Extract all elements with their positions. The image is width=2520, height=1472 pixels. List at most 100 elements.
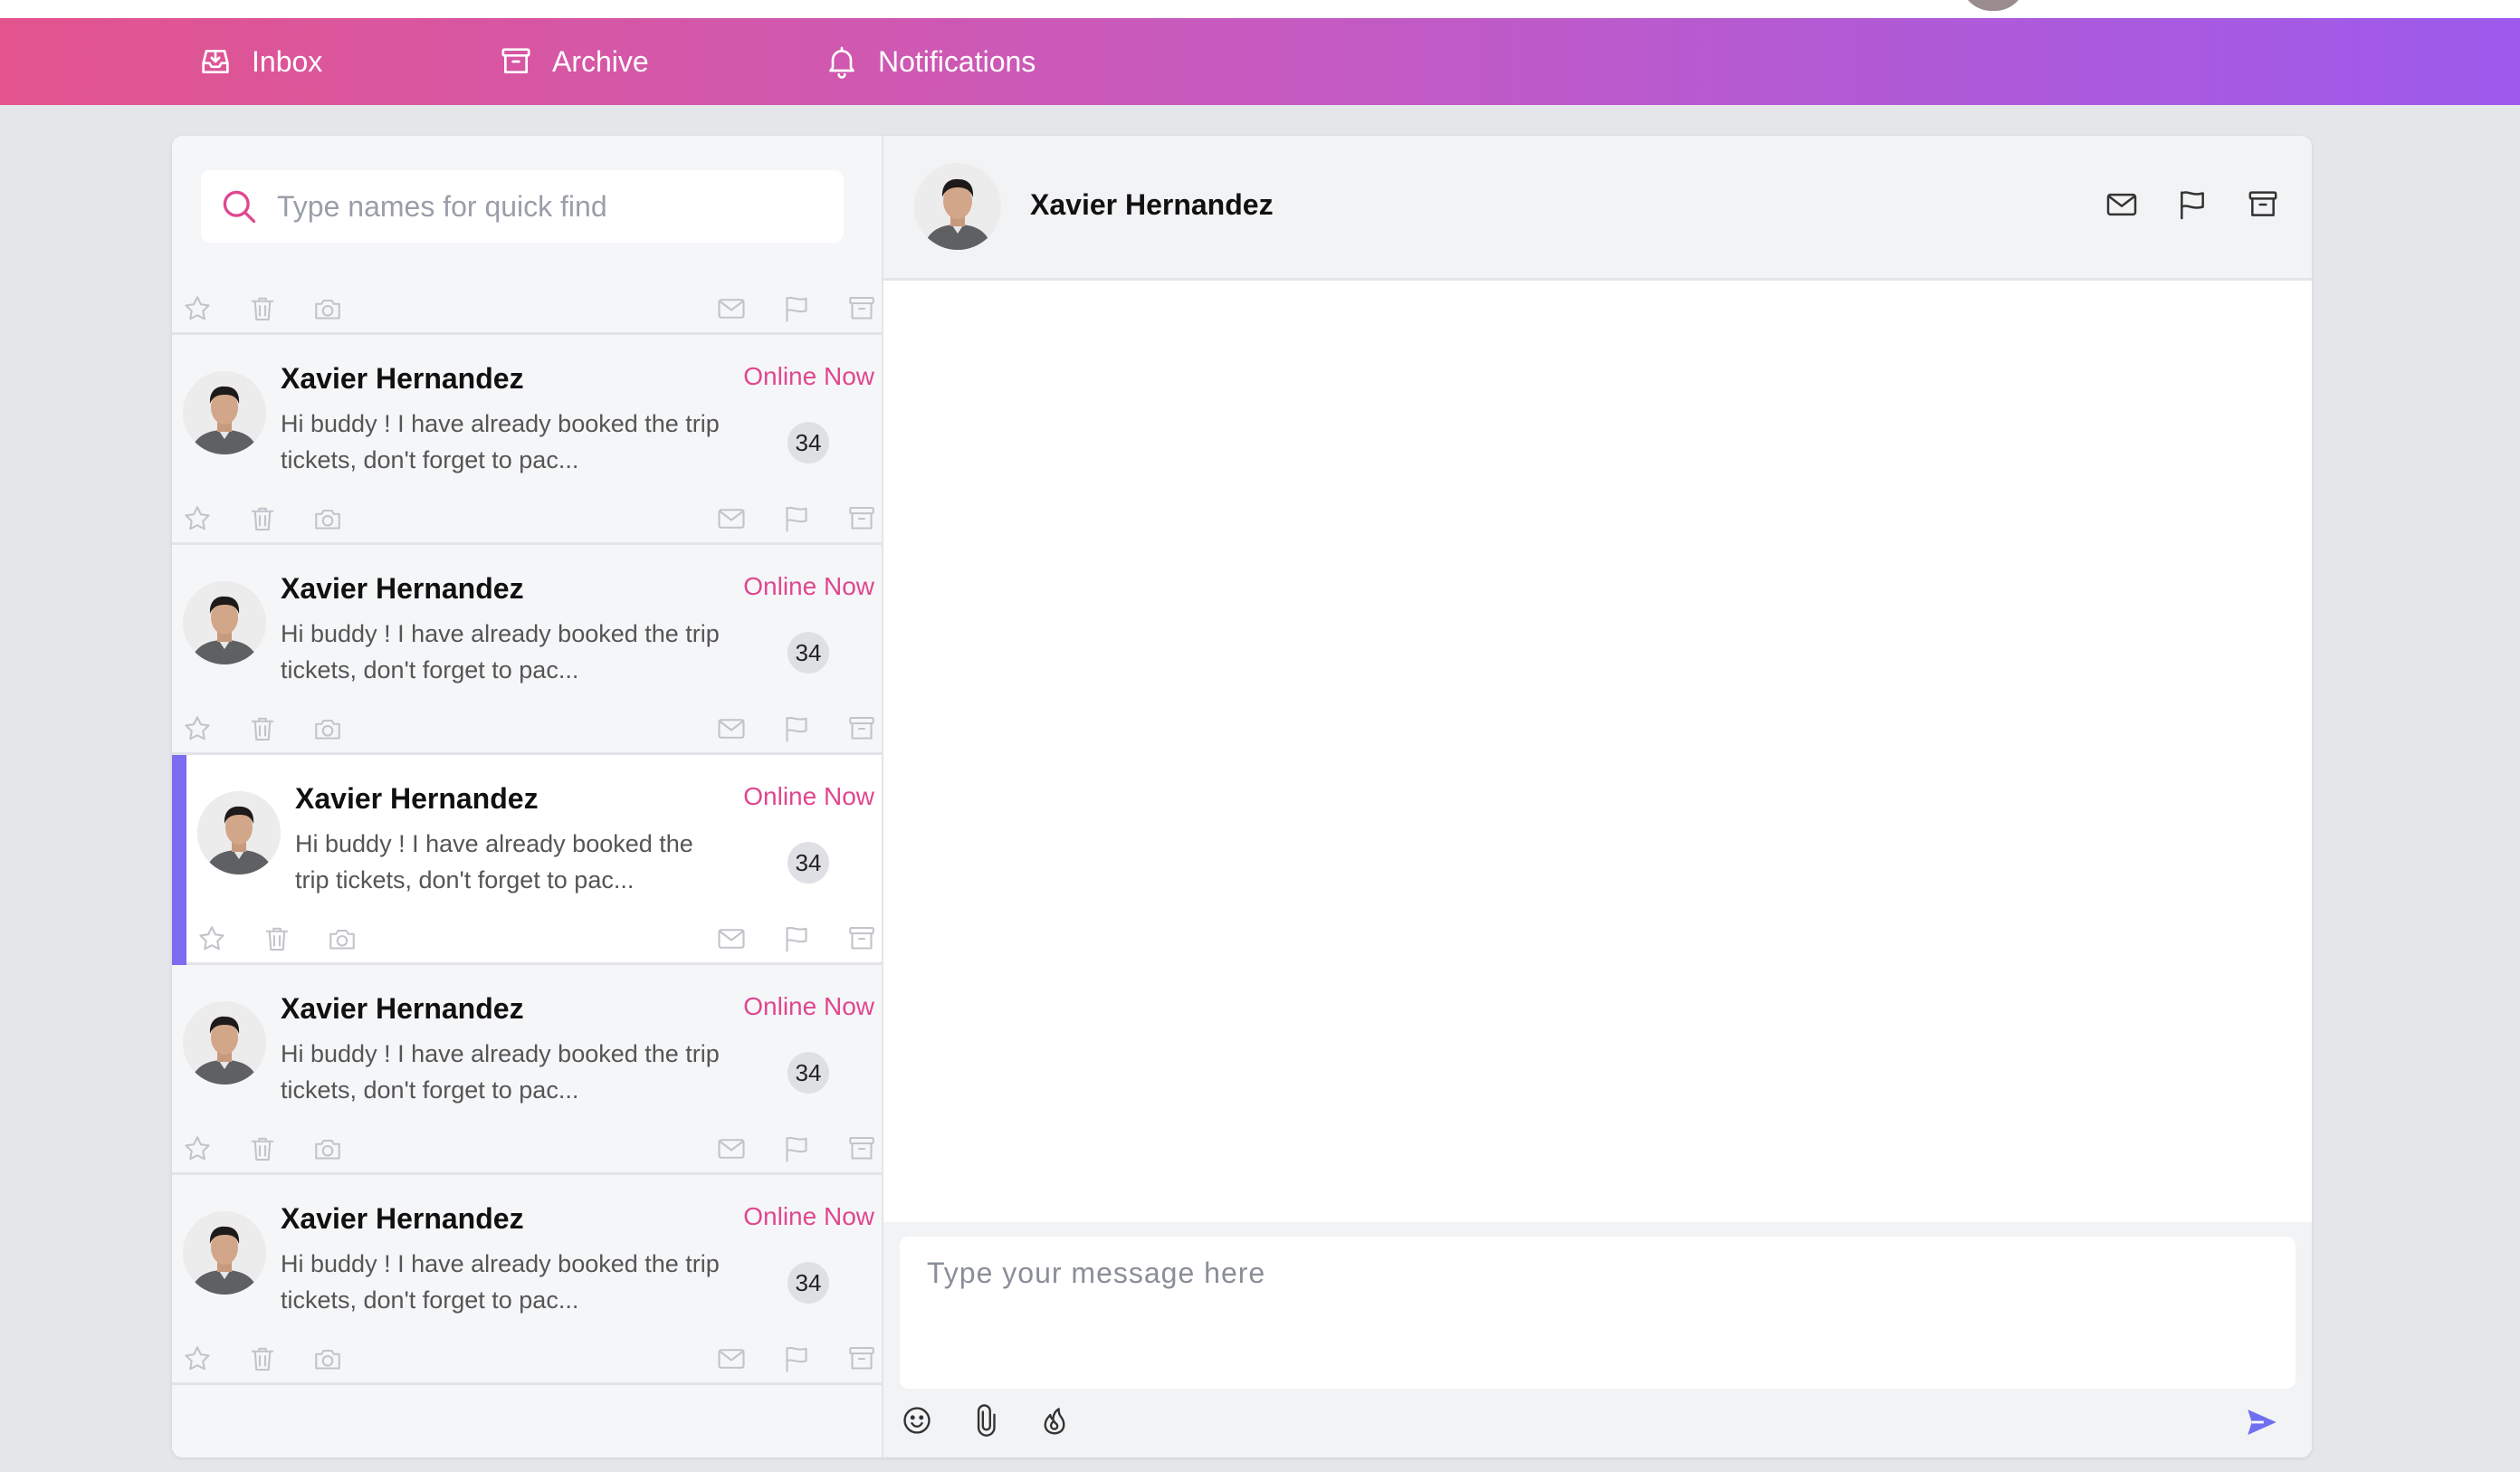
archive-icon[interactable] — [2245, 186, 2281, 223]
trash-icon[interactable] — [246, 1343, 279, 1375]
star-icon[interactable] — [181, 292, 214, 325]
mail-icon[interactable] — [715, 1343, 748, 1375]
mail-icon[interactable] — [715, 502, 748, 535]
nav-notifications[interactable]: Notifications — [824, 18, 1036, 105]
archive-icon[interactable] — [845, 922, 878, 955]
star-icon[interactable] — [181, 502, 214, 535]
message-area[interactable] — [883, 281, 2312, 1363]
chat-header: Xavier Hernandez — [883, 136, 2312, 281]
item-actions-right — [715, 502, 878, 535]
unread-count-badge: 34 — [788, 422, 829, 464]
contact-avatar[interactable] — [914, 163, 1001, 250]
send-icon[interactable] — [2243, 1403, 2281, 1441]
emoji-icon[interactable] — [900, 1403, 934, 1438]
unread-count-badge: 34 — [788, 632, 829, 674]
contact-name: Xavier Hernandez — [295, 782, 539, 815]
unread-count-badge: 34 — [788, 842, 829, 884]
conversation-item[interactable]: Xavier Hernandez Online Now Hi buddy ! I… — [172, 965, 882, 1175]
conversation-item[interactable]: Xavier Hernandez Online Now Hi buddy ! I… — [172, 1175, 882, 1385]
contact-avatar[interactable] — [183, 1001, 266, 1085]
message-preview: Hi buddy ! I have already booked the tri… — [295, 830, 693, 894]
item-actions-left — [196, 922, 358, 955]
nav-archive-label: Archive — [552, 44, 649, 78]
camera-icon[interactable] — [311, 292, 344, 325]
star-icon[interactable] — [196, 922, 228, 955]
archive-icon[interactable] — [845, 712, 878, 745]
nav-inbox-label: Inbox — [252, 44, 323, 78]
search-icon[interactable] — [219, 186, 259, 226]
item-actions-right — [715, 1133, 878, 1165]
item-actions-right — [715, 1343, 878, 1375]
star-icon[interactable] — [181, 1133, 214, 1165]
contact-name: Xavier Hernandez — [281, 992, 524, 1025]
online-status: Online Now — [743, 782, 874, 810]
conversation-item[interactable]: Xavier Hernandez Online Now Hi buddy ! I… — [172, 545, 882, 755]
top-strip — [0, 0, 2520, 18]
composer-area — [883, 1222, 2312, 1458]
messenger-card: Xavier Hernandez Online Now Hi buddy ! I… — [172, 136, 2312, 1458]
mail-icon[interactable] — [715, 712, 748, 745]
nav-archive[interactable]: Archive — [498, 18, 649, 105]
contact-avatar[interactable] — [183, 1211, 266, 1295]
person-avatar-icon — [183, 581, 266, 664]
online-status: Online Now — [743, 992, 874, 1020]
flag-icon[interactable] — [780, 502, 813, 535]
trash-icon[interactable] — [246, 502, 279, 535]
star-icon[interactable] — [181, 712, 214, 745]
person-avatar-icon — [183, 1001, 266, 1085]
contact-avatar[interactable] — [197, 791, 281, 875]
conversation-item[interactable]: Xavier Hernandez Online Now Hi buddy ! I… — [172, 335, 882, 545]
inbox-icon — [202, 50, 229, 73]
contact-avatar[interactable] — [183, 371, 266, 454]
mail-icon[interactable] — [715, 922, 748, 955]
flag-icon[interactable] — [780, 922, 813, 955]
archive-icon[interactable] — [845, 1343, 878, 1375]
bell-icon — [829, 46, 854, 79]
mail-icon[interactable] — [715, 292, 748, 325]
search-input[interactable] — [277, 189, 820, 224]
conversation-item[interactable]: Xavier Hernandez Online Now Hi buddy ! I… — [172, 272, 882, 335]
message-input[interactable] — [900, 1237, 2296, 1389]
nav-inbox[interactable]: Inbox — [197, 18, 322, 105]
camera-icon[interactable] — [311, 1343, 344, 1375]
paperclip-icon[interactable] — [969, 1403, 1003, 1438]
unread-count-badge: 34 — [788, 1052, 829, 1094]
flag-icon[interactable] — [2174, 186, 2210, 223]
message-preview: Hi buddy ! I have already booked the tri… — [281, 620, 720, 683]
trash-icon[interactable] — [246, 1133, 279, 1165]
flame-icon[interactable] — [1037, 1403, 1072, 1438]
item-actions-left — [181, 1343, 344, 1375]
trash-icon[interactable] — [246, 292, 279, 325]
mail-icon[interactable] — [2104, 186, 2140, 223]
archive-icon[interactable] — [845, 292, 878, 325]
search-box[interactable] — [201, 170, 844, 243]
star-icon[interactable] — [181, 1343, 214, 1375]
nav-notifications-label: Notifications — [878, 44, 1036, 78]
message-preview: Hi buddy ! I have already booked the tri… — [281, 410, 720, 473]
mail-icon[interactable] — [715, 1133, 748, 1165]
camera-icon[interactable] — [311, 712, 344, 745]
message-preview: Hi buddy ! I have already booked the tri… — [281, 1040, 720, 1104]
item-actions-left — [181, 712, 344, 745]
flag-icon[interactable] — [780, 292, 813, 325]
trash-icon[interactable] — [261, 922, 293, 955]
camera-icon[interactable] — [311, 1133, 344, 1165]
camera-icon[interactable] — [326, 922, 358, 955]
contact-name: Xavier Hernandez — [281, 572, 524, 605]
conversation-list: Xavier Hernandez Online Now Hi buddy ! I… — [172, 272, 882, 1458]
trash-icon[interactable] — [246, 712, 279, 745]
contact-avatar[interactable] — [183, 581, 266, 664]
flag-icon[interactable] — [780, 1343, 813, 1375]
flag-icon[interactable] — [780, 712, 813, 745]
item-actions-left — [181, 1133, 344, 1165]
archive-icon[interactable] — [845, 1133, 878, 1165]
conversation-item[interactable]: Xavier Hernandez Online Now Hi buddy ! I… — [172, 755, 882, 965]
flag-icon[interactable] — [780, 1133, 813, 1165]
top-navbar: Inbox Archive Notifications — [0, 18, 2520, 105]
archive-icon — [501, 48, 530, 73]
user-avatar[interactable] — [1961, 0, 2026, 11]
archive-icon[interactable] — [845, 502, 878, 535]
camera-icon[interactable] — [311, 502, 344, 535]
item-actions-right — [715, 292, 878, 325]
composer-box[interactable] — [900, 1237, 2296, 1389]
